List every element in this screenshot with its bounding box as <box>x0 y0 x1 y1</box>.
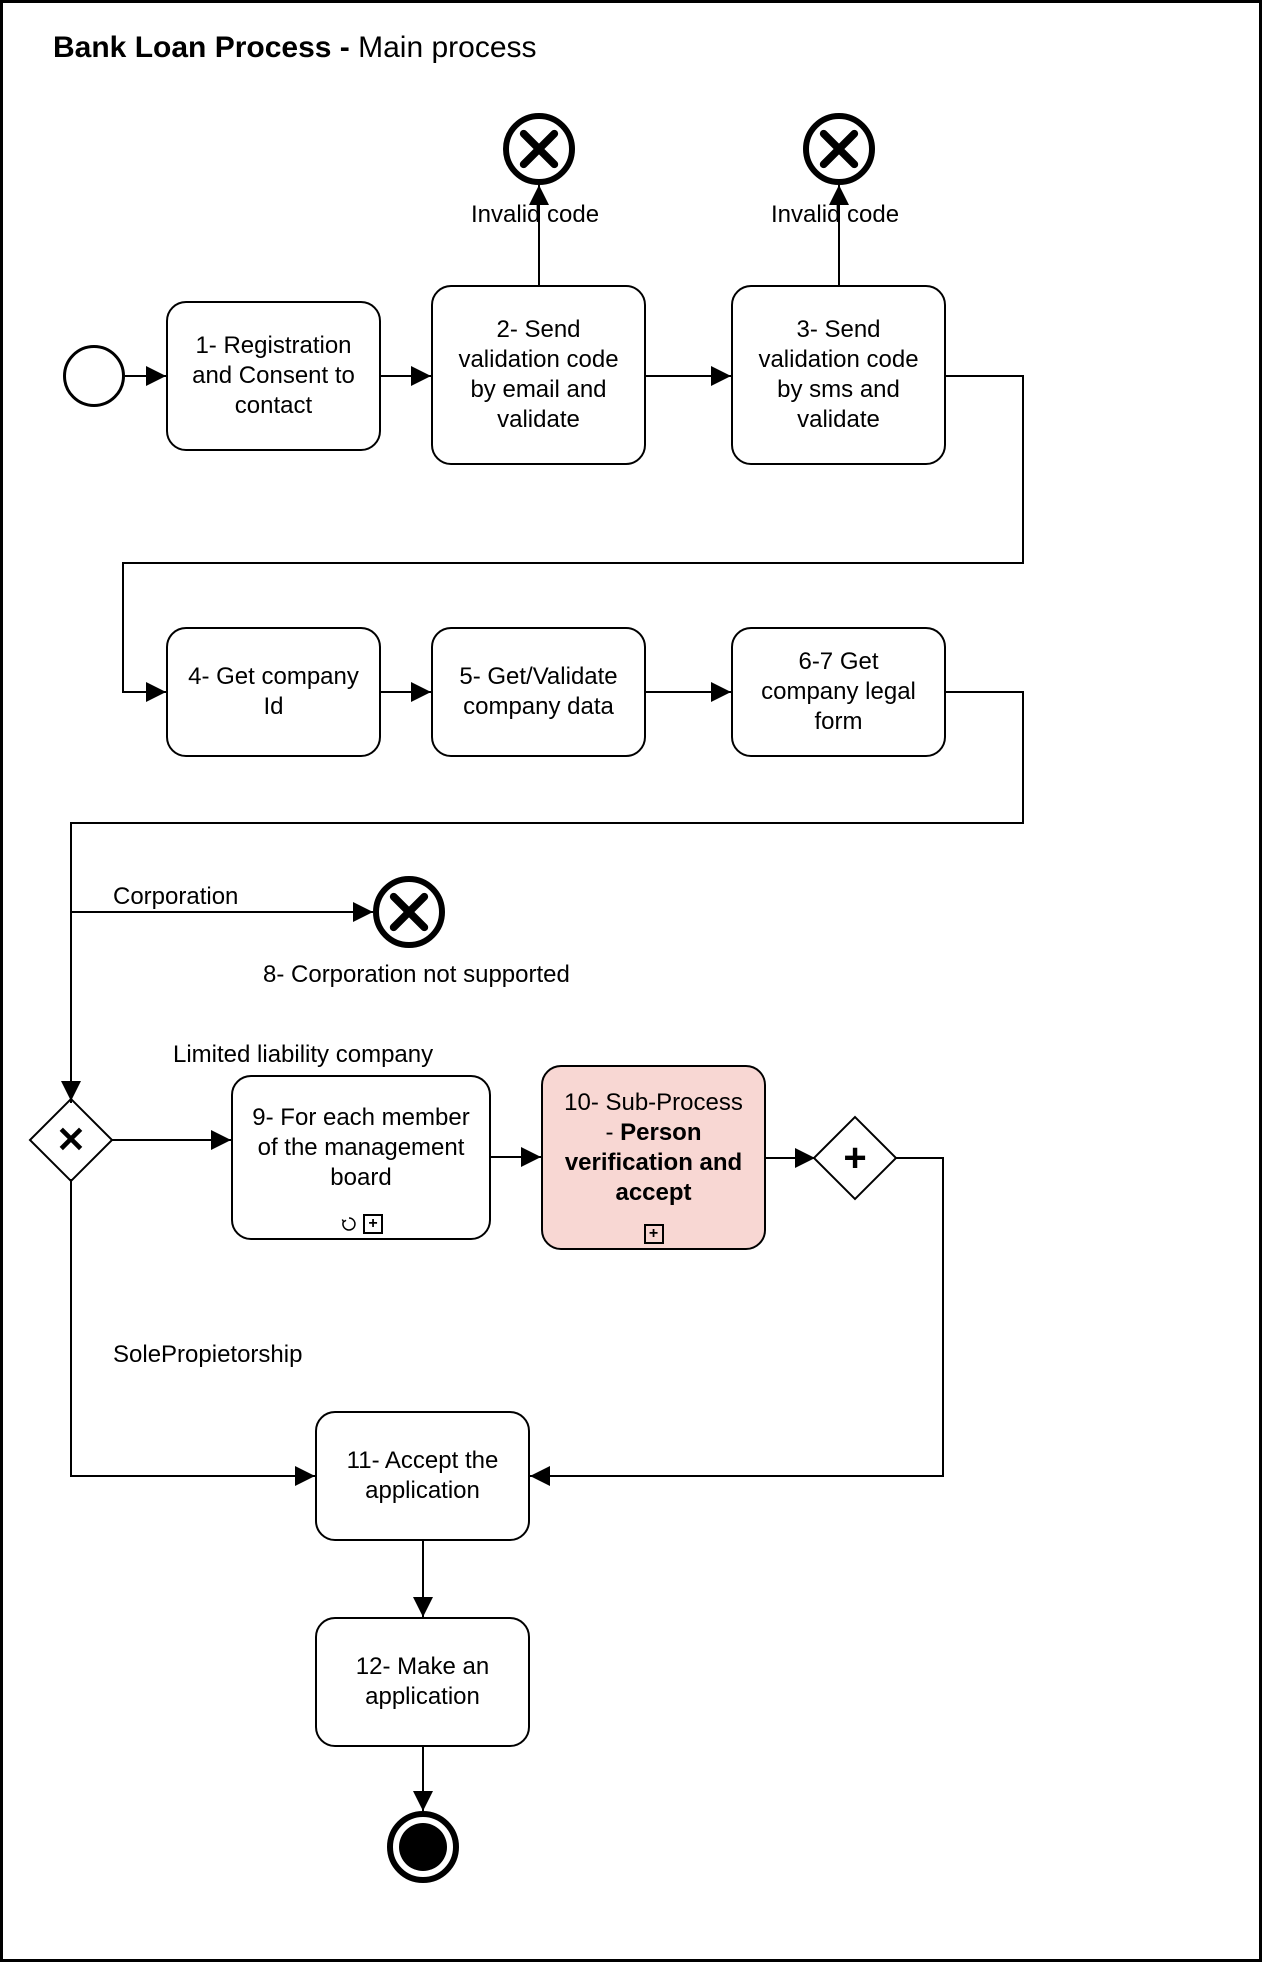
task-make-app: 12- Make an application <box>315 1617 530 1747</box>
label-corp-not-supported: 8- Corporation not supported <box>263 961 570 989</box>
task-company-id: 4- Get company Id <box>166 627 381 757</box>
task-send-sms: 3- Send validation code by sms and valid… <box>731 285 946 465</box>
task-company-data: 5- Get/Validate company data <box>431 627 646 757</box>
task-legal-form-label: 6-7 Get company legal form <box>749 647 928 737</box>
gateway-exclusive: ✕ <box>29 1098 113 1182</box>
task-company-data-label: 5- Get/Validate company data <box>449 662 628 722</box>
end-event <box>387 1811 459 1883</box>
task-each-member: 9- For each member of the management boa… <box>231 1075 491 1240</box>
diagram-title: Bank Loan Process - Main process <box>53 31 537 65</box>
cancel-event-corporation <box>373 876 445 948</box>
label-invalid-sms: Invalid code <box>771 201 899 229</box>
task-legal-form: 6-7 Get company legal form <box>731 627 946 757</box>
task-send-email: 2- Send validation code by email and val… <box>431 285 646 465</box>
task-send-sms-label: 3- Send validation code by sms and valid… <box>749 315 928 435</box>
expand-marker-icon-2: + <box>644 1224 664 1244</box>
label-invalid-email: Invalid code <box>471 201 599 229</box>
task-send-email-label: 2- Send validation code by email and val… <box>449 315 628 435</box>
cancel-event-sms <box>803 113 875 185</box>
task-accept-app-label: 11- Accept the application <box>333 1446 512 1506</box>
label-sole: SolePropietorship <box>113 1341 302 1369</box>
cancel-event-email <box>503 113 575 185</box>
start-event <box>63 345 125 407</box>
gateway-parallel: + <box>813 1116 897 1200</box>
bpmn-diagram: Bank Loan Process - Main process 1- Regi… <box>0 0 1262 1962</box>
task-make-app-label: 12- Make an application <box>333 1652 512 1712</box>
task-accept-app: 11- Accept the application <box>315 1411 530 1541</box>
label-corporation: Corporation <box>113 883 238 911</box>
label-llc: Limited liability company <box>173 1041 433 1069</box>
task-subprocess-label: 10- Sub-Process - Person verification an… <box>559 1088 748 1208</box>
task-registration-label: 1- Registration and Consent to contact <box>184 331 363 421</box>
loop-marker-icon <box>339 1214 359 1234</box>
task-each-member-label: 9- For each member of the management boa… <box>249 1103 473 1193</box>
title-bold: Bank Loan Process - <box>53 31 358 64</box>
task-registration: 1- Registration and Consent to contact <box>166 301 381 451</box>
task-subprocess-verify: 10- Sub-Process - Person verification an… <box>541 1065 766 1250</box>
title-rest: Main process <box>358 31 536 64</box>
task-subprocess-bold: Person verification and accept <box>565 1119 742 1206</box>
expand-marker-icon: + <box>363 1214 383 1234</box>
task-company-id-label: 4- Get company Id <box>184 662 363 722</box>
